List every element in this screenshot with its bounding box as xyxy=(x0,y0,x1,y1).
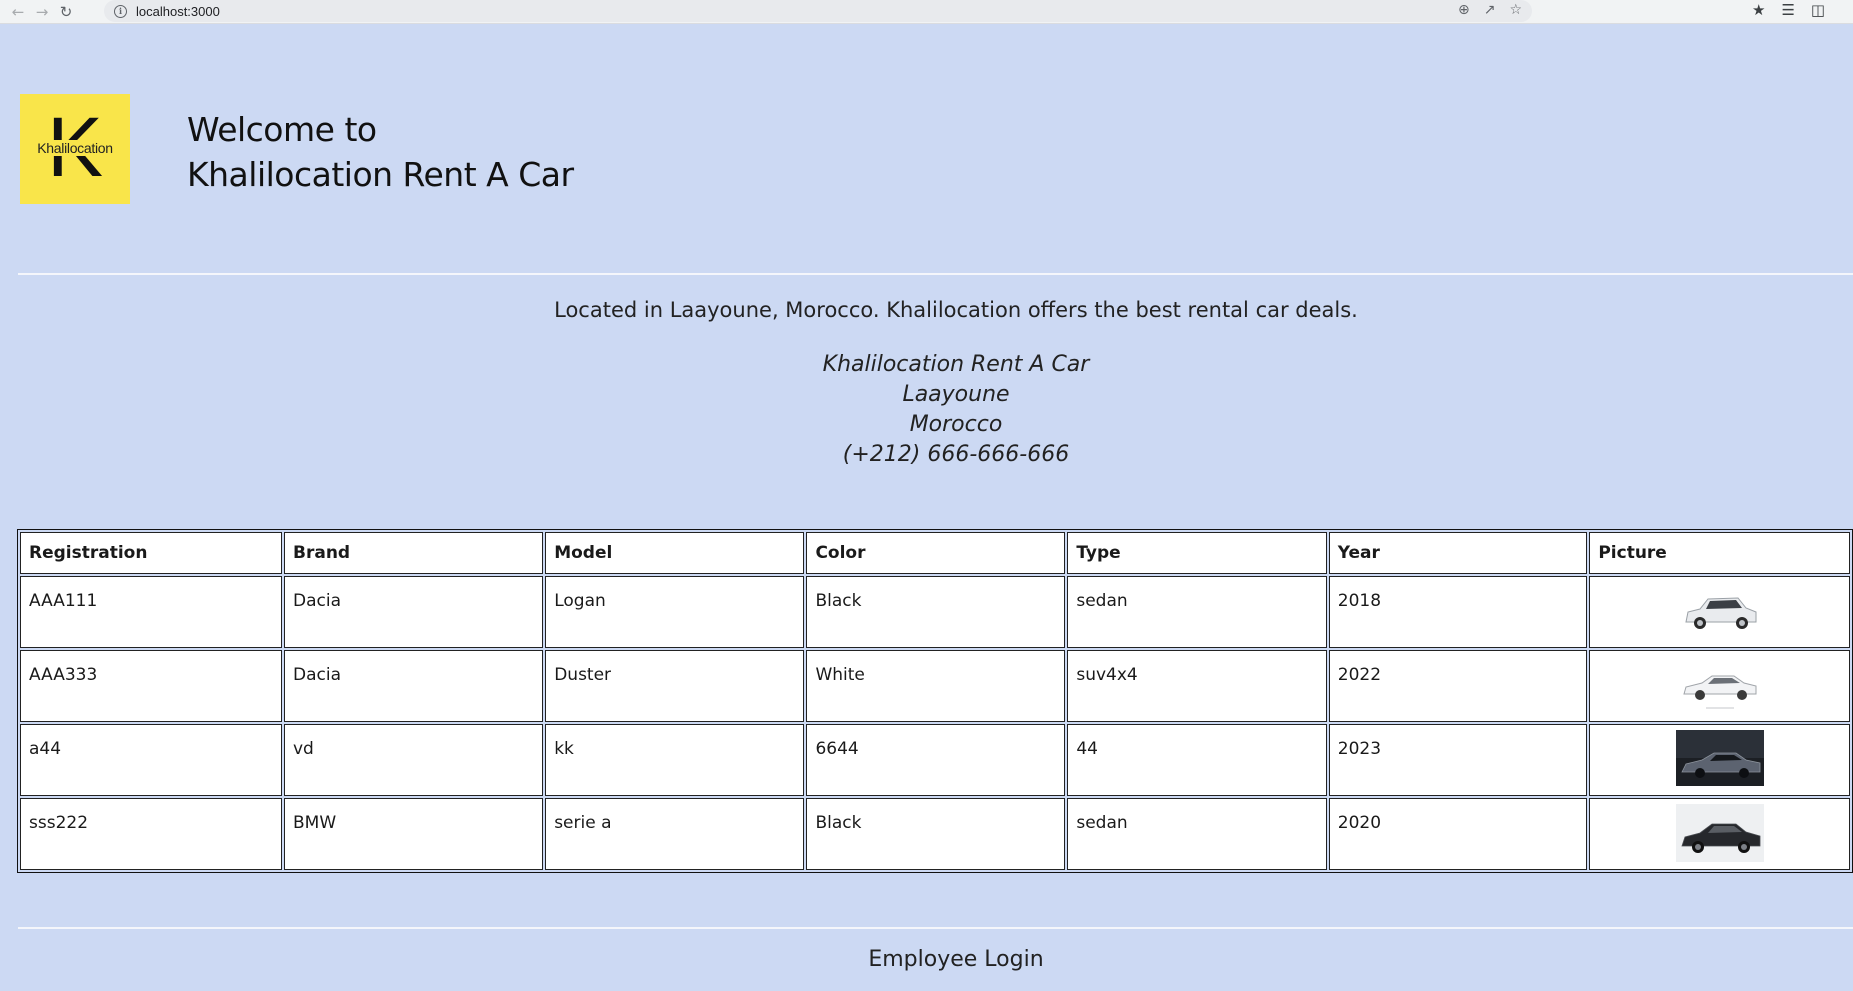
cell-model: kk xyxy=(545,724,805,796)
cell-color: Black xyxy=(806,576,1066,648)
cars-table: Registration Brand Model Color Type Year… xyxy=(17,529,1853,873)
reload-icon[interactable]: ↻ xyxy=(54,2,78,22)
cell-picture xyxy=(1589,798,1850,870)
car-picture-white-sedan xyxy=(1675,656,1764,714)
browser-toolbar: ← → ↻ i localhost:3000 ⊕ ↗ ☆ ★ ☰ ◫ xyxy=(0,0,1853,24)
cell-brand: BMW xyxy=(284,798,544,870)
cell-registration: AAA333 xyxy=(20,650,282,722)
cell-model: Duster xyxy=(545,650,805,722)
welcome-line-1: Welcome to xyxy=(187,110,377,149)
cell-type: 44 xyxy=(1067,724,1327,796)
table-row: AAA111 Dacia Logan Black sedan 2018 xyxy=(20,576,1850,648)
cell-year: 2020 xyxy=(1328,798,1588,870)
table-row: sss222 BMW serie a Black sedan 2020 xyxy=(20,798,1850,870)
column-header-color: Color xyxy=(806,532,1066,574)
side-panel-icon[interactable]: ◫ xyxy=(1811,1,1825,19)
tagline: Located in Laayoune, Morocco. Khalilocat… xyxy=(554,298,1358,322)
cell-model: Logan xyxy=(545,576,805,648)
welcome-heading: Welcome to Khalilocation Rent A Car xyxy=(187,107,574,197)
address-phone: (+212) 666-666-666 xyxy=(842,442,1070,467)
divider-top xyxy=(18,273,1853,275)
address-city: Laayoune xyxy=(902,382,1010,407)
employee-login-link[interactable]: Employee Login xyxy=(0,947,1853,972)
cell-year: 2018 xyxy=(1328,576,1588,648)
cell-picture xyxy=(1589,650,1850,722)
cell-type: sedan xyxy=(1067,798,1327,870)
cell-color: 6644 xyxy=(806,724,1066,796)
address-bar[interactable]: i localhost:3000 ⊕ ↗ ☆ xyxy=(104,0,1532,22)
cell-model: serie a xyxy=(545,798,805,870)
column-header-model: Model xyxy=(545,532,805,574)
column-header-type: Type xyxy=(1067,532,1327,574)
cell-registration: a44 xyxy=(20,724,282,796)
car-picture-white-suv xyxy=(1675,582,1764,640)
share-icon[interactable]: ↗ xyxy=(1484,2,1496,18)
site-info-icon[interactable]: i xyxy=(114,4,127,18)
cell-year: 2022 xyxy=(1328,650,1588,722)
cell-registration: AAA111 xyxy=(20,576,282,648)
zoom-icon[interactable]: ⊕ xyxy=(1458,2,1470,18)
cell-color: Black xyxy=(806,798,1066,870)
cell-picture xyxy=(1589,724,1850,796)
cell-type: suv4x4 xyxy=(1067,650,1327,722)
cell-brand: Dacia xyxy=(284,576,544,648)
address-country: Morocco xyxy=(909,412,1003,437)
company-address: Khalilocation Rent A Car Laayoune Morocc… xyxy=(0,350,1853,470)
cell-picture xyxy=(1589,576,1850,648)
column-header-year: Year xyxy=(1328,532,1588,574)
car-picture-black-sedan xyxy=(1675,804,1764,862)
welcome-line-2: Khalilocation Rent A Car xyxy=(187,155,574,194)
table-row: a44 vd kk 6644 44 2023 xyxy=(20,724,1850,796)
cell-year: 2023 xyxy=(1328,724,1588,796)
column-header-brand: Brand xyxy=(284,532,544,574)
forward-arrow-icon[interactable]: → xyxy=(30,2,54,22)
cell-color: White xyxy=(806,650,1066,722)
cell-brand: vd xyxy=(284,724,544,796)
back-arrow-icon[interactable]: ← xyxy=(6,2,30,22)
bookmark-star-icon[interactable]: ☆ xyxy=(1509,2,1522,18)
address-company-name: Khalilocation Rent A Car xyxy=(822,352,1090,377)
cell-registration: sss222 xyxy=(20,798,282,870)
table-row: AAA333 Dacia Duster White suv4x4 2022 xyxy=(20,650,1850,722)
table-header-row: Registration Brand Model Color Type Year… xyxy=(20,532,1850,574)
car-picture-dark-sedan-photo xyxy=(1675,730,1764,786)
url-text: localhost:3000 xyxy=(136,3,220,19)
column-header-registration: Registration xyxy=(20,532,282,574)
column-header-picture: Picture xyxy=(1589,532,1850,574)
divider-bottom xyxy=(18,927,1853,929)
extensions-puzzle-icon[interactable]: ★ xyxy=(1752,1,1765,19)
logo-text: Khalilocation xyxy=(20,140,130,156)
cell-type: sedan xyxy=(1067,576,1327,648)
reading-list-icon[interactable]: ☰ xyxy=(1781,1,1794,19)
company-logo: K Khalilocation xyxy=(20,94,130,204)
cell-brand: Dacia xyxy=(284,650,544,722)
